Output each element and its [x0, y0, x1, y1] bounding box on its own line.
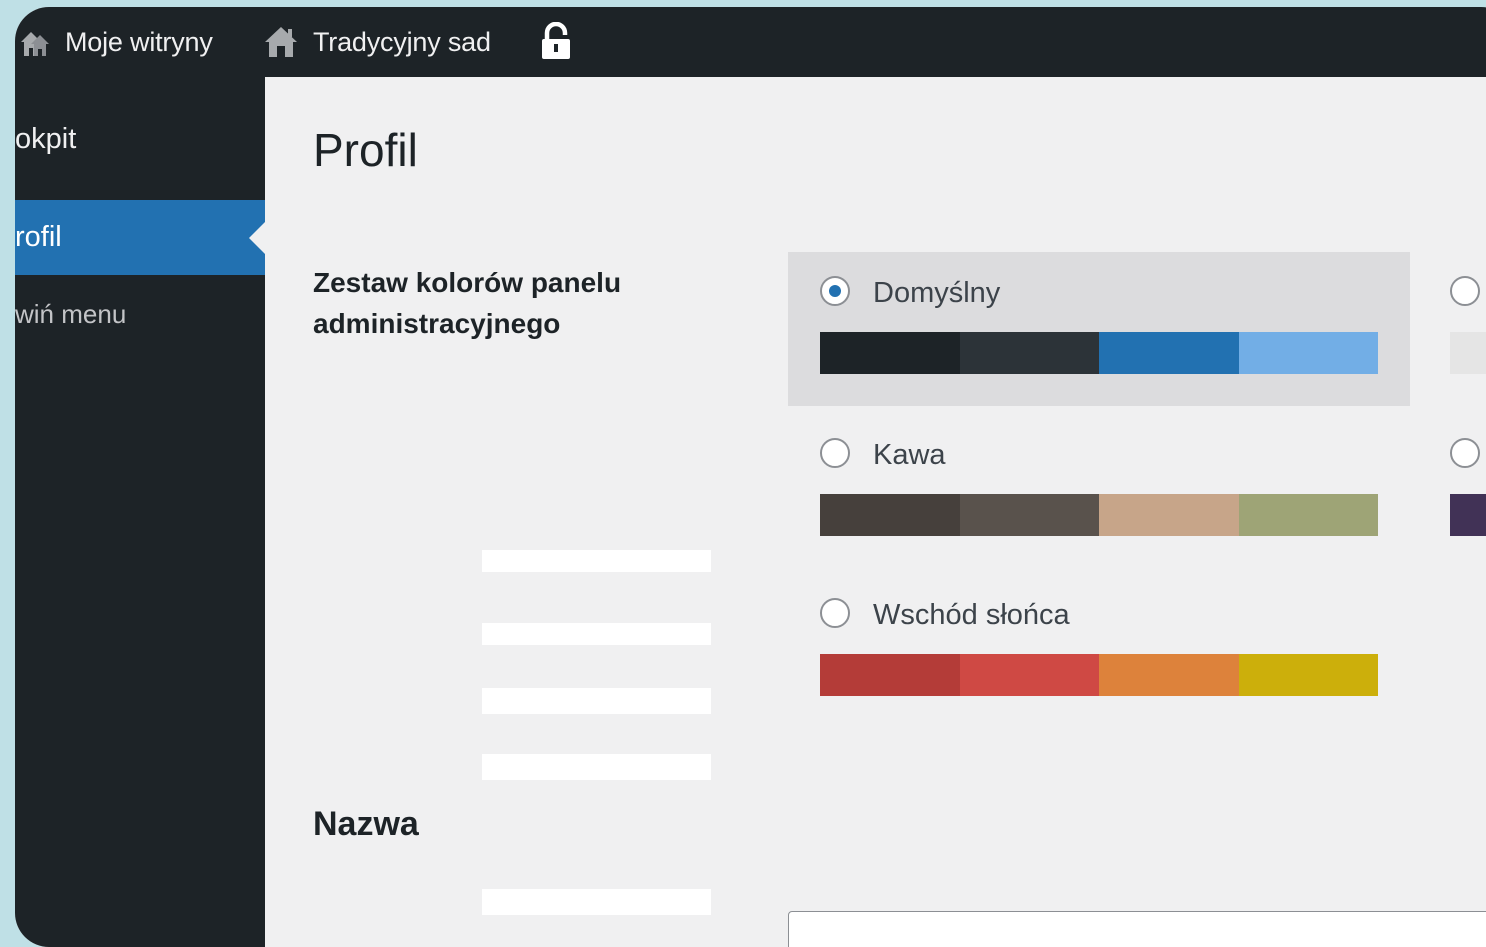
- scheme-name: Wschód słońca: [873, 599, 1070, 631]
- swatch: [1099, 494, 1239, 536]
- main-content: Profil Zestaw kolorów panelu administrac…: [265, 77, 1486, 947]
- redacted-block: [482, 688, 711, 714]
- name-input-field[interactable]: [788, 911, 1486, 947]
- admin-bar: Moje witryny Tradycyjny sad: [15, 7, 1486, 77]
- sidebar-item-label: rofil: [15, 221, 62, 253]
- scheme-name: Domyślny: [873, 277, 1001, 309]
- my-sites-menu[interactable]: Moje witryny: [15, 7, 213, 77]
- swatch: [1238, 494, 1378, 536]
- swatch-partial: [1450, 332, 1486, 374]
- redacted-block: [482, 889, 711, 915]
- name-section-heading: Nazwa: [313, 805, 419, 843]
- site-name-label: Tradycyjny sad: [313, 26, 491, 57]
- my-sites-label: Moje witryny: [65, 26, 213, 57]
- swatch-partial: [1450, 494, 1486, 536]
- scheme-swatches: [820, 654, 1378, 696]
- scheme-swatches: [820, 332, 1378, 374]
- swatch: [1238, 654, 1378, 696]
- scheme-radio[interactable]: [820, 438, 850, 468]
- site-name-menu[interactable]: Tradycyjny sad: [263, 7, 491, 77]
- swatch: [1099, 332, 1239, 374]
- swatch: [820, 494, 960, 536]
- sidebar-item-label: wiń menu: [15, 299, 127, 329]
- scheme-swatches: [820, 494, 1378, 536]
- scheme-radio[interactable]: [820, 276, 850, 306]
- scheme-radio-partial[interactable]: [1450, 438, 1480, 468]
- scheme-radio-partial[interactable]: [1450, 276, 1480, 306]
- color-scheme-coffee[interactable]: Kawa: [788, 414, 1410, 568]
- scheme-name: Kawa: [873, 439, 946, 471]
- sidebar-item-label: okpit: [15, 123, 77, 155]
- swatch: [959, 332, 1099, 374]
- redacted-block: [482, 754, 711, 780]
- color-scheme-sunrise[interactable]: Wschód słońca: [788, 574, 1410, 728]
- redacted-block: [482, 623, 711, 645]
- page-title: Profil: [313, 124, 418, 176]
- collapse-menu-button[interactable]: wiń menu: [15, 290, 265, 338]
- swatch: [959, 494, 1099, 536]
- swatch: [1238, 332, 1378, 374]
- redacted-block: [482, 550, 711, 572]
- sidebar-item-profile[interactable]: rofil: [15, 200, 265, 275]
- sidebar-item-dashboard[interactable]: okpit: [15, 109, 265, 169]
- swatch: [1099, 654, 1239, 696]
- swatch: [820, 654, 960, 696]
- my-sites-icon: [15, 22, 55, 62]
- scheme-radio[interactable]: [820, 598, 850, 628]
- color-scheme-label-line: Zestaw kolorów panelu: [313, 267, 622, 298]
- color-scheme-label: Zestaw kolorów panelu administracyjnego: [313, 262, 621, 344]
- swatch: [959, 654, 1099, 696]
- color-scheme-default[interactable]: Domyślny: [788, 252, 1410, 406]
- lock-icon: [539, 7, 573, 77]
- admin-sidebar: okpit rofil wiń menu: [15, 77, 265, 947]
- browser-frame: Moje witryny Tradycyjny sad okpit rofil …: [15, 7, 1486, 947]
- home-icon: [263, 24, 299, 60]
- swatch: [820, 332, 960, 374]
- color-scheme-label-line: administracyjnego: [313, 308, 561, 339]
- current-menu-arrow: [249, 221, 265, 254]
